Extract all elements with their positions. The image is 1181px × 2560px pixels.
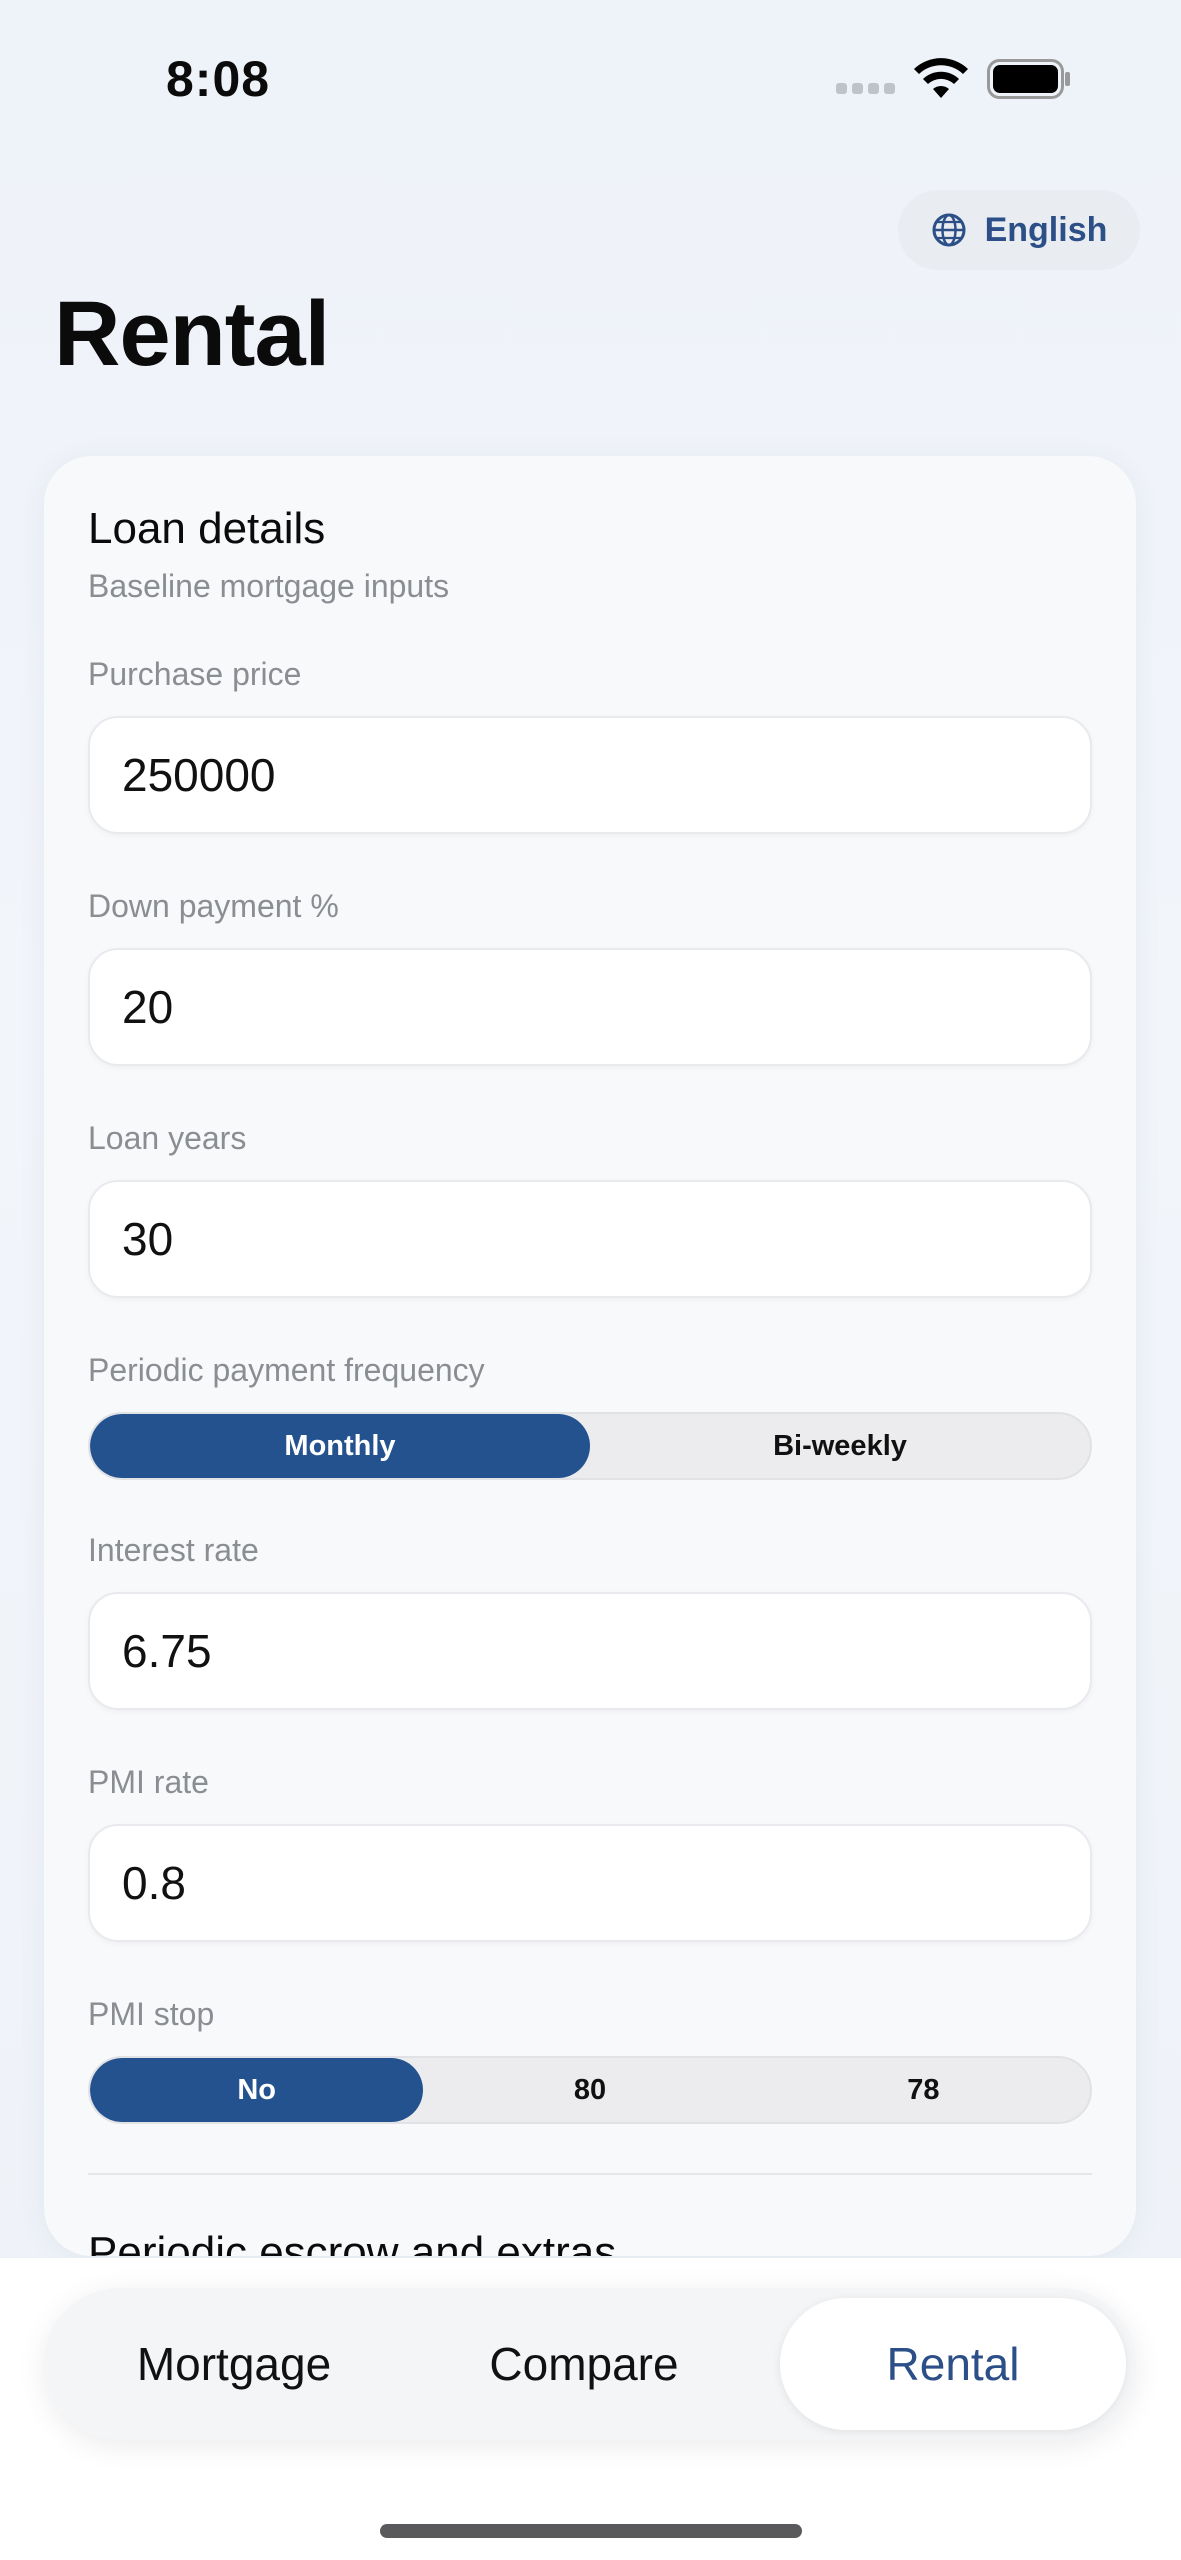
down-payment-label: Down payment % [88, 888, 339, 924]
card-subtitle: Baseline mortgage inputs [88, 568, 450, 604]
language-button[interactable]: English [898, 190, 1140, 270]
pmi-rate-input[interactable]: 0.8 [88, 1824, 1092, 1942]
loan-years-input[interactable]: 30 [88, 1180, 1092, 1298]
tab-compare[interactable]: Compare [414, 2298, 754, 2430]
home-indicator[interactable] [380, 2524, 802, 2538]
pmi-stop-option-80[interactable]: 80 [423, 2058, 756, 2122]
loan-details-card: Loan details Baseline mortgage inputs Pu… [44, 456, 1136, 2256]
frequency-label: Periodic payment frequency [88, 1352, 485, 1388]
tab-bar: Mortgage Compare Rental [44, 2288, 1136, 2440]
frequency-segmented-control: Monthly Bi-weekly [88, 1412, 1092, 1480]
pmi-rate-label: PMI rate [88, 1764, 209, 1800]
wifi-icon [914, 58, 968, 98]
battery-icon [987, 59, 1070, 99]
cellular-signal-icon [836, 82, 895, 94]
frequency-option-monthly[interactable]: Monthly [90, 1414, 590, 1478]
frequency-option-bi-weekly[interactable]: Bi-weekly [590, 1414, 1090, 1478]
globe-icon [932, 213, 966, 247]
escrow-section-title: Periodic escrow and extras [88, 2228, 617, 2256]
purchase-price-label: Purchase price [88, 656, 302, 692]
section-divider [88, 2173, 1092, 2175]
interest-rate-input[interactable]: 6.75 [88, 1592, 1092, 1710]
pmi-stop-option-78[interactable]: 78 [757, 2058, 1090, 2122]
page-title: Rental [54, 283, 330, 385]
tab-rental[interactable]: Rental [780, 2298, 1126, 2430]
pmi-stop-segmented-control: No 80 78 [88, 2056, 1092, 2124]
purchase-price-input[interactable]: 250000 [88, 716, 1092, 834]
language-label: English [984, 210, 1108, 249]
down-payment-input[interactable]: 20 [88, 948, 1092, 1066]
status-time: 8:08 [166, 51, 271, 107]
status-icons [836, 58, 1071, 100]
interest-rate-label: Interest rate [88, 1532, 259, 1568]
card-title: Loan details [88, 504, 326, 553]
loan-years-label: Loan years [88, 1120, 247, 1156]
tab-mortgage[interactable]: Mortgage [64, 2298, 404, 2430]
pmi-stop-option-no[interactable]: No [90, 2058, 424, 2122]
pmi-stop-label: PMI stop [88, 1996, 215, 2032]
